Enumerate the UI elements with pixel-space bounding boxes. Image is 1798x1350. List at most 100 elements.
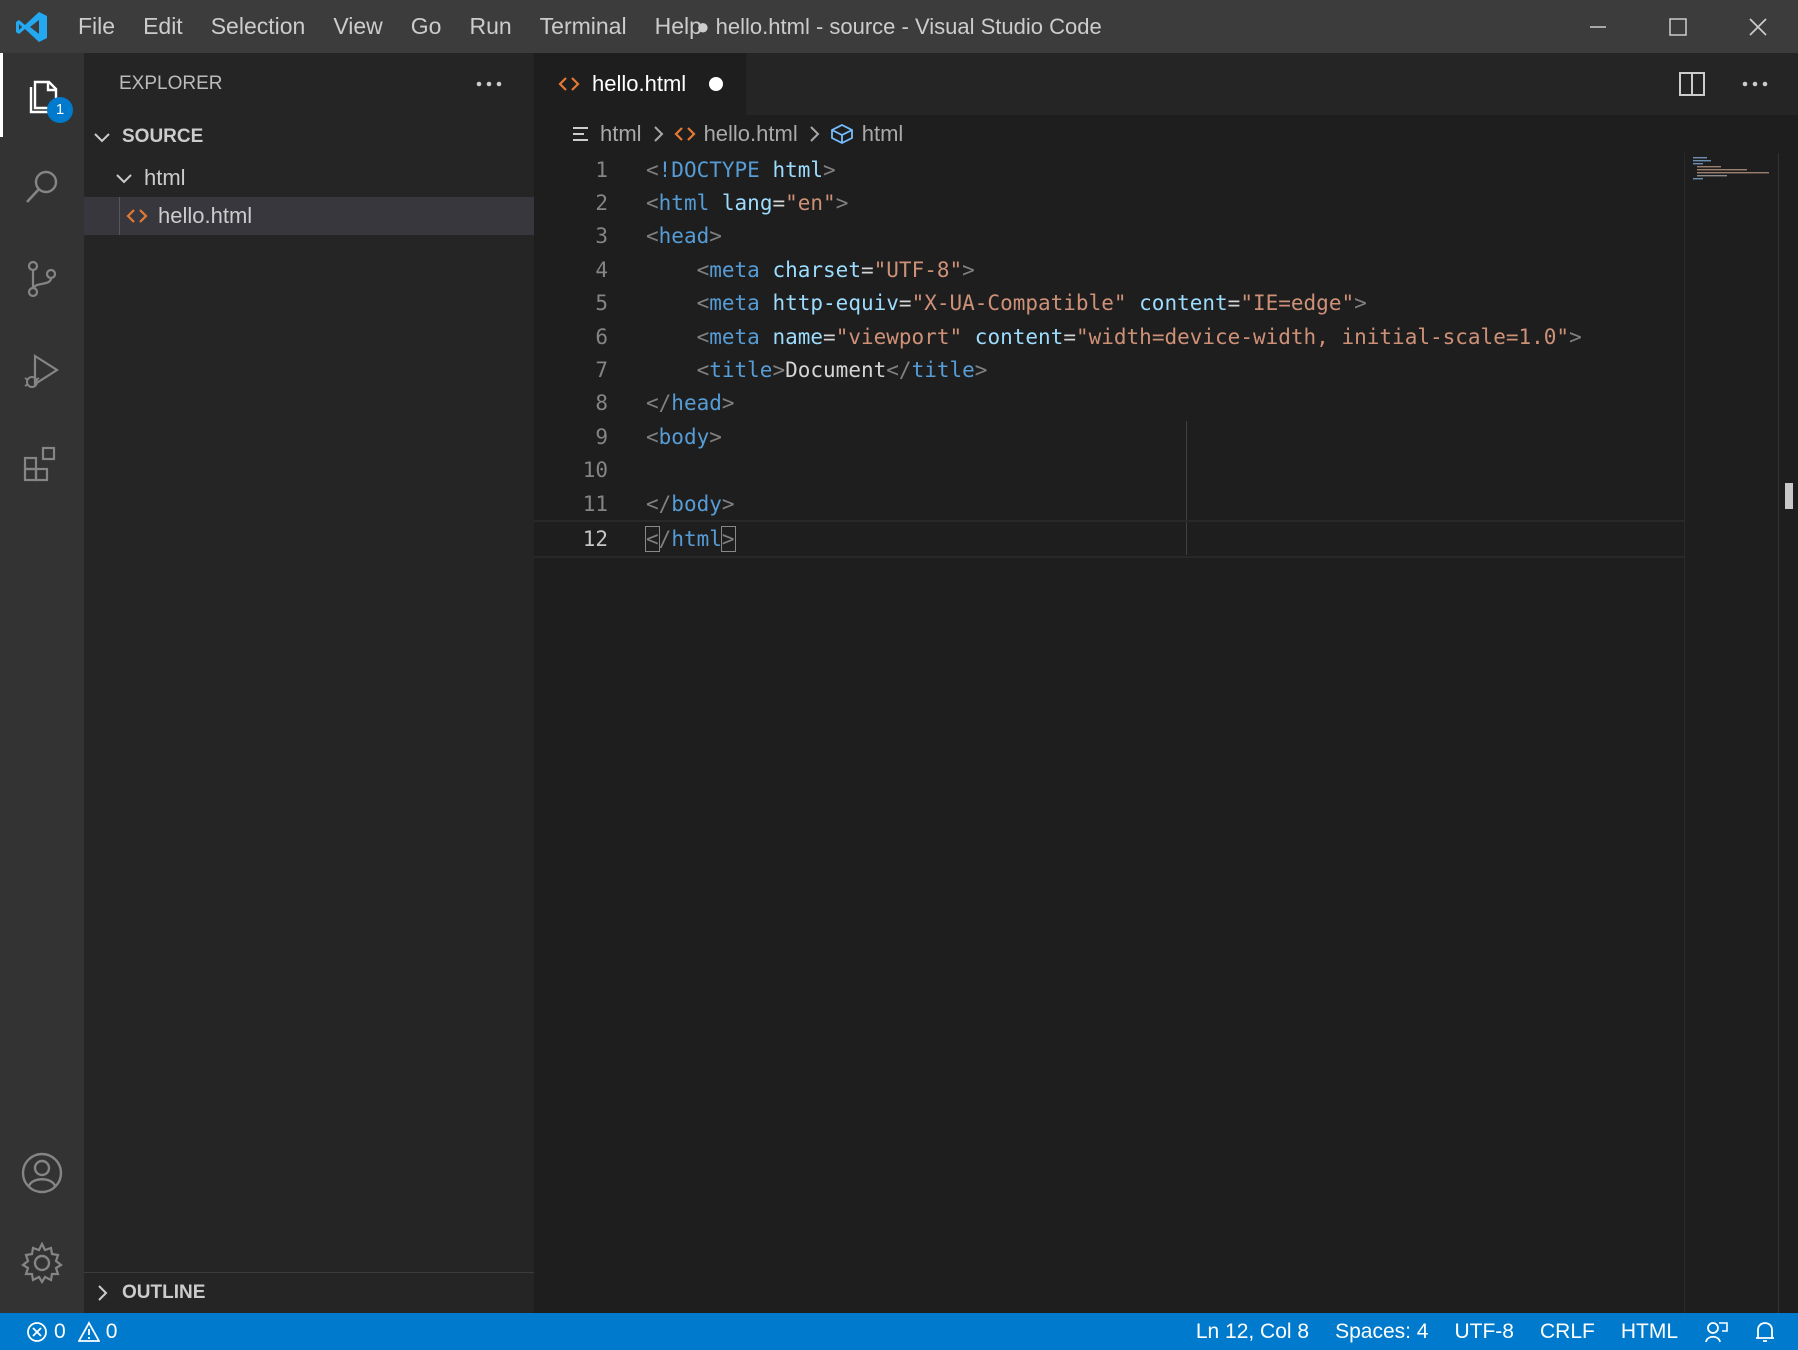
warning-count: 0 <box>105 1320 118 1343</box>
breadcrumb-symbol[interactable]: html <box>862 121 904 147</box>
bell-icon <box>1756 1321 1774 1342</box>
code-text: </body> <box>646 491 735 516</box>
code-text: <meta charset="UTF-8"> <box>696 257 975 282</box>
line-number: 2 <box>595 191 608 216</box>
tab-hello-html[interactable]: hello.html <box>534 53 747 115</box>
line-number: 7 <box>595 358 608 383</box>
code-line: 3 <head> <box>534 220 1684 253</box>
editor-group: hello.html html hello.html html 1 <!DOCTY… <box>534 53 1798 1313</box>
activity-explorer[interactable]: 1 <box>0 53 84 137</box>
html-file-icon <box>126 209 148 223</box>
maximize-icon <box>1669 17 1687 36</box>
tab-bar: hello.html <box>534 53 1798 115</box>
minimap[interactable] <box>1684 153 1780 1313</box>
search-icon <box>26 170 58 203</box>
html-file-icon <box>674 127 696 141</box>
tree-indent-guide <box>119 197 120 235</box>
problems-status[interactable]: 0 0 <box>0 1313 130 1350</box>
code-line-current: 12 </html> <box>534 520 1684 558</box>
more-actions-icon[interactable] <box>1742 80 1768 88</box>
unsaved-dot-icon[interactable] <box>708 76 724 92</box>
code-text: </head> <box>646 391 735 416</box>
activity-search[interactable] <box>0 145 84 229</box>
code-text: <meta http-equiv="X-UA-Compatible" conte… <box>696 291 1367 316</box>
activity-run-debug[interactable] <box>0 329 84 413</box>
explorer-title: EXPLORER <box>119 73 223 94</box>
run-debug-icon <box>24 353 60 388</box>
activity-manage[interactable] <box>0 1221 84 1305</box>
html-file-icon <box>558 77 580 91</box>
menu-go[interactable]: Go <box>397 0 456 53</box>
symbol-element-icon <box>830 123 853 145</box>
line-ending[interactable]: CRLF <box>1527 1313 1608 1350</box>
chevron-right-icon <box>653 126 663 142</box>
activity-source-control[interactable] <box>0 237 84 321</box>
line-number: 10 <box>582 458 608 483</box>
feedback-button[interactable] <box>1691 1320 1741 1344</box>
status-bar: 0 0 Ln 12, Col 8 Spaces: 4 UTF-8 CRLF HT… <box>0 1313 1798 1350</box>
code-text: <title>Document</title> <box>696 358 988 383</box>
explorer-sidebar: EXPLORER SOURCE html hello.html OUTLINE <box>84 53 534 1313</box>
error-icon <box>27 1321 47 1342</box>
minimize-button[interactable] <box>1558 0 1638 53</box>
menu-file[interactable]: File <box>64 0 129 53</box>
code-editor[interactable]: 1 <!DOCTYPE html> 2 <html lang="en"> 3 <hea… <box>534 153 1684 1313</box>
code-line: 9 <body> <box>534 420 1684 453</box>
scrollbar-cursor-marker <box>1785 483 1793 509</box>
line-number: 12 <box>582 526 608 551</box>
code-text: </html> <box>645 525 736 552</box>
editor-actions <box>1678 53 1798 115</box>
notifications-button[interactable] <box>1741 1320 1798 1344</box>
line-number: 11 <box>582 491 608 516</box>
folder-label: html <box>144 165 186 190</box>
menu-selection[interactable]: Selection <box>197 0 320 53</box>
activity-extensions[interactable] <box>0 421 84 505</box>
explorer-header: EXPLORER <box>84 53 534 115</box>
folder-html[interactable]: html <box>84 159 534 197</box>
warning-icon <box>77 1320 100 1342</box>
more-actions-icon[interactable] <box>476 80 502 88</box>
code-line: 7 <title>Document</title> <box>534 353 1684 386</box>
outline-label: OUTLINE <box>122 1282 206 1303</box>
line-number: 1 <box>595 157 608 182</box>
line-number: 9 <box>595 424 608 449</box>
language-mode[interactable]: HTML <box>1608 1313 1691 1350</box>
activity-accounts[interactable] <box>0 1131 84 1215</box>
explorer-badge: 1 <box>47 97 73 123</box>
file-hello-html[interactable]: hello.html <box>84 197 534 235</box>
cursor-position[interactable]: Ln 12, Col 8 <box>1183 1313 1322 1350</box>
chevron-right-icon <box>810 126 820 142</box>
title-bar: File Edit Selection View Go Run Terminal… <box>0 0 1798 53</box>
vscode-logo-icon <box>0 0 64 53</box>
split-editor-icon[interactable] <box>1678 71 1706 97</box>
code-line: 11 </body> <box>534 487 1684 520</box>
source-section-header[interactable]: SOURCE <box>84 115 534 159</box>
menu-edit[interactable]: Edit <box>129 0 197 53</box>
source-section-label: SOURCE <box>122 126 204 147</box>
breadcrumb-file[interactable]: hello.html <box>704 121 798 147</box>
maximize-button[interactable] <box>1638 0 1718 53</box>
extensions-icon <box>23 446 56 482</box>
menu-help[interactable]: Help <box>641 0 716 53</box>
code-text: <html lang="en"> <box>646 191 849 216</box>
source-control-icon <box>27 260 57 298</box>
editor-scrollbar[interactable] <box>1778 153 1798 1313</box>
line-number: 3 <box>595 224 608 249</box>
line-number: 8 <box>595 391 608 416</box>
code-line: 6 <meta name="viewport" content="width=d… <box>534 320 1684 353</box>
menu-view[interactable]: View <box>319 0 396 53</box>
breadcrumb: html hello.html html <box>534 115 1798 153</box>
breadcrumb-folder[interactable]: html <box>600 121 642 147</box>
code-text: <meta name="viewport" content="width=dev… <box>696 324 1582 349</box>
menu-run[interactable]: Run <box>455 0 525 53</box>
menu-bar: File Edit Selection View Go Run Terminal… <box>64 0 716 53</box>
gear-icon <box>21 1241 63 1285</box>
code-text: <body> <box>646 424 722 449</box>
indentation[interactable]: Spaces: 4 <box>1322 1313 1441 1350</box>
menu-terminal[interactable]: Terminal <box>526 0 641 53</box>
close-window-button[interactable] <box>1718 0 1798 53</box>
encoding[interactable]: UTF-8 <box>1441 1313 1527 1350</box>
code-text: <!DOCTYPE html> <box>646 157 836 182</box>
outline-section-header[interactable]: OUTLINE <box>84 1272 534 1313</box>
code-line: 10 <box>534 454 1684 487</box>
